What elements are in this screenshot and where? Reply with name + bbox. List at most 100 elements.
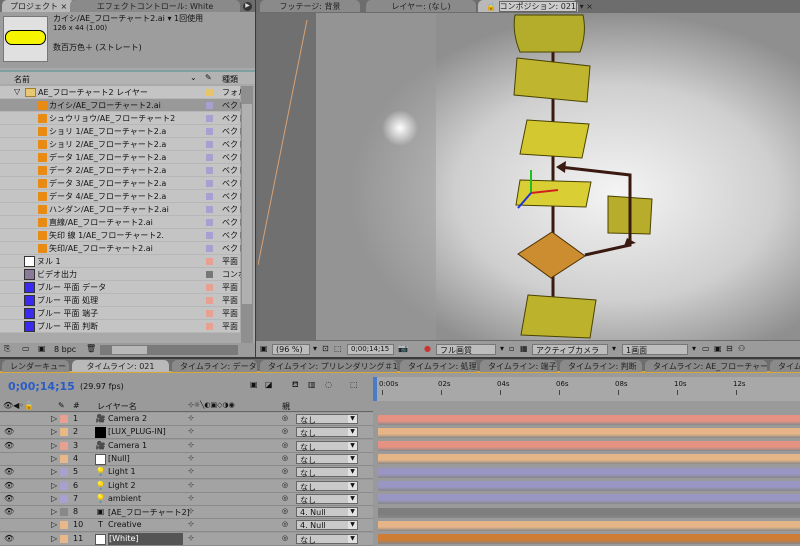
layer-duration-bar[interactable] [378,494,800,505]
shy-switch-icon[interactable]: ⊹ [188,427,194,435]
flowchart-icon[interactable]: ⚇ [738,344,745,353]
timeline-icon[interactable]: ⊟ [726,344,733,353]
project-item[interactable]: ▽ AE_フローチャート2 レイヤー フォル [0,86,246,99]
chevron-down-icon[interactable]: ⌄ [190,73,197,82]
layer-duration-bar[interactable] [378,534,800,545]
parent-dropdown[interactable]: 4. Null ▼ [296,507,358,518]
label-color[interactable] [60,454,68,463]
label-color[interactable] [60,508,68,517]
layer-duration-bar[interactable] [378,520,800,531]
label-color[interactable] [206,219,213,226]
layer-row[interactable]: 👁 ▷ 11 [White] ⊹ ◎ なし ▼ [0,532,373,546]
column-type[interactable]: 種類 [222,74,238,85]
tab-layer[interactable]: レイヤー: (なし) [366,0,476,12]
pickwhip-icon[interactable]: ◎ [282,520,288,528]
layer-row[interactable]: 👁 ▷ 5 💡 Light 1 ⊹ ◎ なし ▼ [0,466,373,480]
lock-icon[interactable]: 🔒 [486,2,496,11]
tab-project[interactable]: プロジェクト × [2,0,76,12]
label-color[interactable] [206,154,213,161]
region-of-interest-icon[interactable]: ▫ [509,344,514,353]
layer-name[interactable]: Camera 1 [108,441,147,450]
layer-row[interactable]: 👁 ▷ 8 ▣ [AE_フローチャート2] ⊹ ◎ 4. Null ▼ [0,506,373,520]
label-color[interactable] [206,141,213,148]
pickwhip-icon[interactable]: ◎ [282,507,288,515]
chevron-down-icon[interactable]: ▼ [348,454,357,463]
new-comp-icon[interactable]: ▣ [38,344,46,353]
bit-depth-button[interactable]: 8 bpc [54,345,76,354]
safe-margins-icon[interactable]: ⊡ [322,344,329,353]
channels-icon[interactable]: ● [424,344,431,353]
project-item[interactable]: データ 3/AE_フローチャート2.a ベクト [0,177,246,190]
shy-switch-icon[interactable]: ⊹ [188,414,194,422]
label-color[interactable] [206,271,213,278]
resolution-dropdown[interactable]: フル画質 [436,344,496,355]
layer-row[interactable]: 👁 ▷ 6 💡 Light 2 ⊹ ◎ なし ▼ [0,479,373,493]
label-color[interactable] [60,415,68,423]
column-layer-name[interactable]: レイヤー名 [97,401,137,412]
column-name[interactable]: 名前 [14,74,30,85]
horizontal-scrollbar[interactable] [100,345,238,355]
expand-triangle-icon[interactable]: ▷ [51,507,57,516]
pickwhip-icon[interactable]: ◎ [282,481,288,489]
layer-duration-bar[interactable] [378,441,800,452]
composition-viewer[interactable] [258,13,800,340]
label-color[interactable] [60,428,68,437]
visibility-eye-icon[interactable]: 👁 [4,507,14,516]
label-color[interactable] [206,284,213,291]
layer-name[interactable]: Camera 2 [108,414,147,423]
shy-switch-icon[interactable]: ⊹ [188,507,194,515]
expand-triangle-icon[interactable]: ▷ [51,454,57,463]
label-color[interactable] [60,441,68,450]
chevron-down-icon[interactable]: ▼ [348,428,357,437]
project-item[interactable]: ブルー 平面 処理 平面 [0,294,240,307]
chevron-down-icon[interactable]: ▼ [348,441,357,450]
label-color[interactable] [206,115,213,122]
label-color[interactable] [206,193,213,200]
graph-editor-icon[interactable]: ⬚ [350,380,358,389]
layer-row[interactable]: 👁 ▷ 2 [LUX_PLUG-IN] ⊹ ◎ なし ▼ [0,426,373,440]
parent-dropdown[interactable]: なし ▼ [296,467,358,478]
parent-dropdown[interactable]: なし ▼ [296,533,358,545]
layer-row[interactable]: 👁 ▷ 3 🎥 Camera 1 ⊹ ◎ なし ▼ [0,439,373,453]
label-color[interactable] [206,245,213,252]
snapshot-icon[interactable]: 📷 [398,344,408,353]
pickwhip-icon[interactable]: ◎ [282,427,288,435]
pickwhip-icon[interactable]: ◎ [282,441,288,449]
draft-3d-icon[interactable]: ◪ [265,380,273,389]
project-item[interactable]: ヌル 1 平面 [0,255,240,268]
vertical-scrollbar[interactable] [241,86,253,343]
project-item[interactable]: ショリ 1/AE_フローチャート2.a ベクト [0,125,246,138]
project-item[interactable]: ビデオ出力 コンポ [0,268,246,281]
layer-duration-bar[interactable] [378,481,800,491]
tab-timeline-2[interactable]: タイムライン: データ [172,360,257,372]
chevron-down-icon[interactable]: ▼ [348,468,357,477]
tab-timeline-5[interactable]: タイムライン: 端子 [480,360,557,372]
layer-name[interactable]: Light 1 [108,467,136,476]
layer-row[interactable]: ▷ 10 T Creative ⊹ ◎ 4. Null ▼ [0,519,373,533]
current-time-display[interactable]: 0;00;14;15 [8,380,75,393]
project-item[interactable]: ショリ 2/AE_フローチャート2.a ベクト [0,138,246,151]
pickwhip-icon[interactable]: ◎ [282,494,288,502]
parent-dropdown[interactable]: なし ▼ [296,440,358,452]
parent-dropdown[interactable]: なし ▼ [296,414,358,425]
chevron-down-icon[interactable]: ▾ [313,344,317,353]
frame-blending-icon[interactable]: ▥ [308,380,316,389]
label-color[interactable] [206,310,213,317]
shy-switch-icon[interactable]: ⊹ [188,441,194,449]
expand-triangle-icon[interactable]: ▷ [51,467,57,476]
pickwhip-icon[interactable]: ◎ [282,414,288,422]
label-color[interactable] [60,468,68,477]
project-item[interactable]: データ 2/AE_フローチャート2.a ベクト [0,164,246,177]
visibility-eye-icon[interactable]: 👁 [4,427,14,436]
project-item[interactable]: 直線/AE_フローチャート2.ai ベクト [0,216,246,229]
layer-name[interactable]: [Null] [108,454,130,463]
tab-timeline-6[interactable]: タイムライン: 判断 [560,360,642,372]
label-color[interactable] [206,89,213,96]
new-folder-icon[interactable]: ▭ [22,344,30,353]
visibility-eye-icon[interactable]: 👁 [4,441,14,450]
current-time-field[interactable]: 0;00;14;15 [347,344,394,355]
tab-timeline-4[interactable]: タイムライン: 処理 [400,360,477,372]
fast-preview-icon[interactable]: ▣ [714,344,722,353]
always-preview-icon[interactable]: ▣ [260,344,268,353]
expand-triangle-icon[interactable]: ▷ [51,414,57,423]
